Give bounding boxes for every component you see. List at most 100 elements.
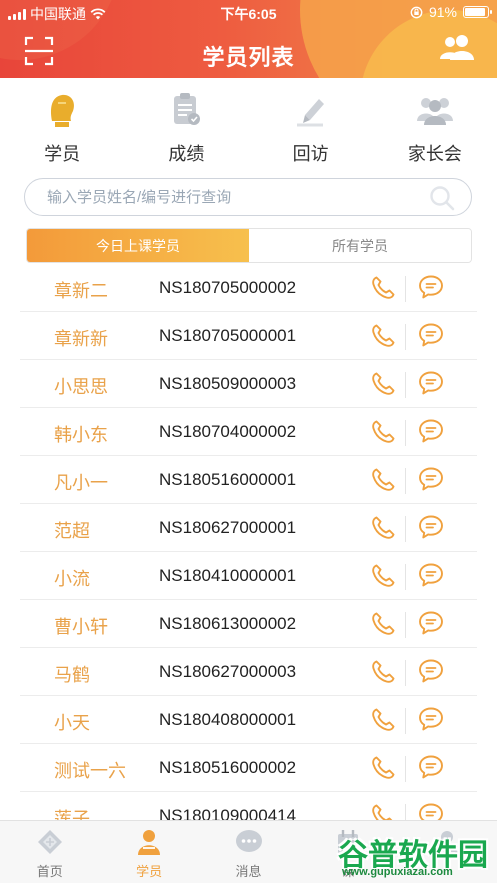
nav-students[interactable]: 学员 bbox=[99, 821, 198, 883]
student-row[interactable]: 小思思 NS180509000003 bbox=[20, 360, 477, 408]
grades-icon bbox=[166, 90, 206, 130]
divider bbox=[405, 276, 406, 302]
student-row[interactable]: 凡小一 NS180516000001 bbox=[20, 456, 477, 504]
student-id: NS180516000002 bbox=[159, 758, 297, 777]
tab-today-students[interactable]: 今日上课学员 bbox=[27, 229, 249, 262]
student-name: 测试一六 bbox=[54, 761, 126, 781]
student-row[interactable]: 范超 NS180627000001 bbox=[20, 504, 477, 552]
phone-icon[interactable] bbox=[369, 514, 397, 542]
phone-icon[interactable] bbox=[369, 610, 397, 638]
divider bbox=[405, 372, 406, 398]
category-parents-meeting[interactable]: 家长会 bbox=[373, 78, 497, 170]
category-grades[interactable]: 成绩 bbox=[124, 78, 248, 170]
student-name: 凡小一 bbox=[54, 473, 108, 493]
student-id: NS180705000001 bbox=[159, 326, 297, 345]
phone-icon[interactable] bbox=[369, 274, 397, 302]
student-id: NS180410000001 bbox=[159, 566, 297, 585]
battery-percent: 91% bbox=[428, 4, 457, 20]
phone-icon[interactable] bbox=[369, 658, 397, 686]
nav-home[interactable]: 首页 bbox=[0, 821, 99, 883]
student-row[interactable]: 小流 NS180410000001 bbox=[20, 552, 477, 600]
student-id: NS180627000003 bbox=[159, 662, 297, 681]
divider bbox=[405, 804, 406, 820]
message-bubble-icon[interactable] bbox=[417, 417, 445, 445]
student-name: 范超 bbox=[54, 521, 90, 541]
student-row[interactable]: 章新二 NS180705000002 bbox=[20, 264, 477, 312]
group-icon[interactable] bbox=[439, 32, 475, 62]
phone-icon[interactable] bbox=[369, 370, 397, 398]
message-bubble-icon[interactable] bbox=[417, 657, 445, 685]
search-icon[interactable] bbox=[429, 185, 455, 211]
nav-messages[interactable]: 消息 bbox=[199, 821, 298, 883]
divider bbox=[405, 564, 406, 590]
phone-icon[interactable] bbox=[369, 754, 397, 782]
student-row[interactable]: 曹小轩 NS180613000002 bbox=[20, 600, 477, 648]
search-bar bbox=[24, 178, 472, 216]
student-name: 章新二 bbox=[54, 281, 108, 301]
message-icon bbox=[234, 827, 264, 857]
student-name: 曹小轩 bbox=[54, 617, 108, 637]
status-bar: 中国联通 下午6:05 91% bbox=[0, 0, 497, 26]
student-name: 小流 bbox=[54, 569, 90, 589]
app-screen: 中国联通 下午6:05 91% 学员列表 学员 成绩 回访 家长会 输入学员姓名… bbox=[0, 0, 497, 883]
message-bubble-icon[interactable] bbox=[417, 273, 445, 301]
student-row[interactable]: 莲子 NS180109000414 bbox=[20, 792, 477, 820]
message-bubble-icon[interactable] bbox=[417, 321, 445, 349]
category-student[interactable]: 学员 bbox=[0, 78, 124, 170]
search-input[interactable] bbox=[47, 184, 427, 210]
student-name: 小天 bbox=[54, 713, 90, 733]
phone-icon[interactable] bbox=[369, 562, 397, 590]
divider bbox=[405, 708, 406, 734]
student-row[interactable]: 章新新 NS180705000001 bbox=[20, 312, 477, 360]
message-bubble-icon[interactable] bbox=[417, 753, 445, 781]
category-bar: 学员 成绩 回访 家长会 bbox=[0, 78, 497, 170]
student-icon bbox=[134, 827, 164, 857]
header-bar: 中国联通 下午6:05 91% 学员列表 bbox=[0, 0, 497, 78]
page-title: 学员列表 bbox=[202, 45, 295, 70]
student-row[interactable]: 马鹤 NS180627000003 bbox=[20, 648, 477, 696]
phone-icon[interactable] bbox=[369, 802, 397, 820]
message-bubble-icon[interactable] bbox=[417, 513, 445, 541]
divider bbox=[405, 516, 406, 542]
student-icon bbox=[42, 90, 82, 130]
phone-icon[interactable] bbox=[369, 418, 397, 446]
category-label: 成绩 bbox=[168, 144, 205, 164]
message-bubble-icon[interactable] bbox=[417, 609, 445, 637]
student-id: NS180509000003 bbox=[159, 374, 297, 393]
student-id: NS180705000002 bbox=[159, 278, 297, 297]
message-bubble-icon[interactable] bbox=[417, 561, 445, 589]
category-label: 学员 bbox=[44, 144, 81, 164]
message-bubble-icon[interactable] bbox=[417, 801, 445, 820]
student-row[interactable]: 韩小东 NS180704000002 bbox=[20, 408, 477, 456]
category-follow-up[interactable]: 回访 bbox=[249, 78, 373, 170]
student-id: NS180109000414 bbox=[159, 806, 297, 820]
student-row[interactable]: 小天 NS180408000001 bbox=[20, 696, 477, 744]
phone-icon[interactable] bbox=[369, 706, 397, 734]
nav-label: 学员 bbox=[136, 864, 163, 879]
student-row[interactable]: 测试一六 NS180516000002 bbox=[20, 744, 477, 792]
phone-icon[interactable] bbox=[369, 322, 397, 350]
category-label: 家长会 bbox=[407, 144, 462, 164]
student-name: 马鹤 bbox=[54, 665, 90, 685]
student-name: 韩小东 bbox=[54, 425, 108, 445]
message-bubble-icon[interactable] bbox=[417, 369, 445, 397]
watermark-url: www.gupuxiazai.com bbox=[342, 866, 453, 878]
category-label: 回访 bbox=[292, 144, 329, 164]
divider bbox=[405, 468, 406, 494]
divider bbox=[405, 612, 406, 638]
follow-up-icon bbox=[291, 90, 331, 130]
phone-icon[interactable] bbox=[369, 466, 397, 494]
student-tabs: 今日上课学员 所有学员 bbox=[26, 228, 472, 263]
nav-label: 首页 bbox=[36, 864, 63, 879]
student-id: NS180704000002 bbox=[159, 422, 297, 441]
divider bbox=[405, 420, 406, 446]
watermark: 谷普软件园 www.gupuxiazai.com bbox=[338, 826, 497, 883]
student-id: NS180613000002 bbox=[159, 614, 297, 633]
student-name: 章新新 bbox=[54, 329, 108, 349]
student-id: NS180516000001 bbox=[159, 470, 297, 489]
message-bubble-icon[interactable] bbox=[417, 465, 445, 493]
nav-label: 消息 bbox=[235, 864, 262, 879]
divider bbox=[405, 324, 406, 350]
tab-all-students[interactable]: 所有学员 bbox=[249, 229, 471, 262]
message-bubble-icon[interactable] bbox=[417, 705, 445, 733]
